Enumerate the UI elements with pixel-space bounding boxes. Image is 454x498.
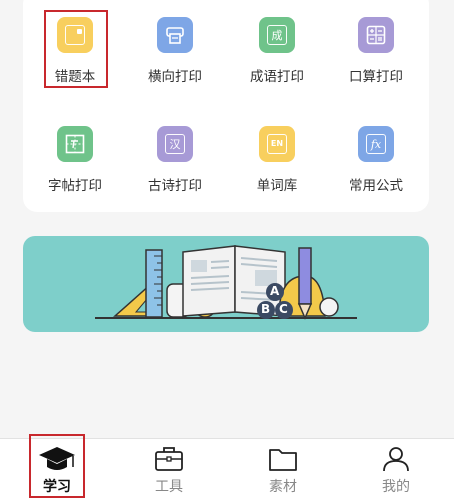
tool-label: 单词库 (256, 178, 298, 194)
tab-label: 工具 (155, 479, 183, 495)
poem-icon: 汉 (157, 126, 193, 162)
block-letter-a: A (270, 284, 280, 298)
tool-label: 横向打印 (148, 69, 202, 85)
tool-mental-math-print[interactable]: 口算打印 (331, 17, 421, 85)
block-letter-c: C (279, 302, 288, 316)
wordbank-glyph: EN (267, 134, 287, 154)
formula-glyph: fx (366, 134, 386, 154)
tab-materials[interactable]: 素材 (243, 439, 323, 498)
wordbank-icon: EN (259, 126, 295, 162)
tool-word-bank[interactable]: EN 单词库 (232, 126, 322, 194)
tool-label: 字帖打印 (48, 178, 102, 194)
idiom-icon: 成 (259, 17, 295, 53)
tab-tools[interactable]: 工具 (129, 439, 209, 498)
highlight-box-study-tab (29, 434, 85, 498)
tool-formulas[interactable]: fx 常用公式 (331, 126, 421, 194)
poem-glyph: 汉 (165, 134, 185, 154)
tool-label: 常用公式 (349, 178, 403, 194)
tool-copybook-print[interactable]: 字帖打印 (30, 126, 120, 194)
folder-icon (269, 449, 297, 471)
formula-icon: fx (358, 126, 394, 162)
highlight-box-mistake-book (44, 10, 108, 88)
tool-label: 古诗打印 (148, 178, 202, 194)
books-illustration (95, 245, 357, 320)
tool-idiom-print[interactable]: 成 成语打印 (232, 17, 322, 85)
tool-landscape-print[interactable]: 横向打印 (130, 17, 220, 85)
tool-label: 成语打印 (250, 69, 304, 85)
copybook-icon (57, 126, 93, 162)
printer-icon (157, 17, 193, 53)
toolbox-icon (155, 447, 183, 471)
block-letter-b: B (261, 302, 271, 316)
calculator-icon (358, 17, 394, 53)
tool-label: 口算打印 (349, 69, 403, 85)
tab-label: 素材 (269, 479, 297, 495)
tab-label: 我的 (382, 479, 410, 495)
idiom-glyph: 成 (267, 25, 287, 45)
tab-mine[interactable]: 我的 (356, 439, 436, 498)
user-icon (383, 447, 409, 472)
tool-poem-print[interactable]: 汉 古诗打印 (130, 126, 220, 194)
study-banner[interactable]: A B C (23, 236, 429, 332)
